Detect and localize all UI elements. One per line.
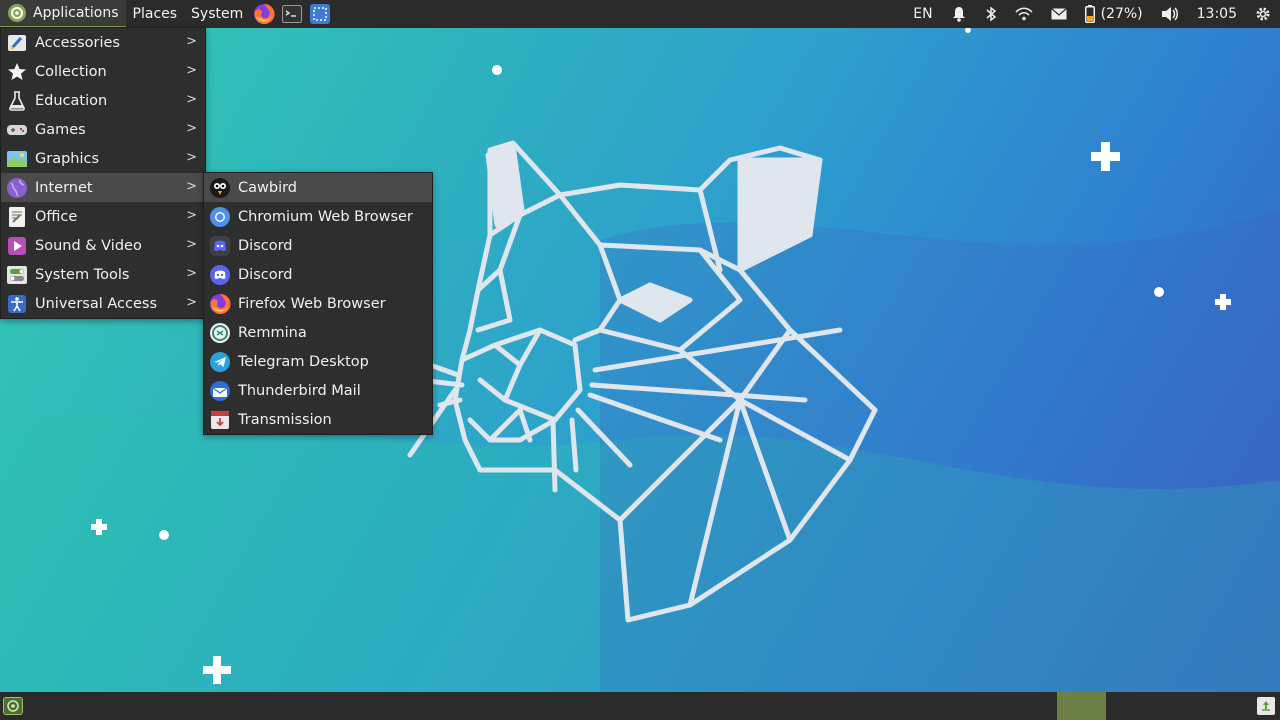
applications-menu: Accessories > Collection > Education > G… xyxy=(0,27,206,319)
wifi-icon[interactable] xyxy=(1006,0,1042,28)
graphics-icon xyxy=(6,148,28,170)
menu-item-label: System Tools xyxy=(35,266,130,283)
menu-item-telegram[interactable]: Telegram Desktop xyxy=(204,347,432,376)
menu-item-transmission[interactable]: Transmission xyxy=(204,405,432,434)
menu-item-label: Discord xyxy=(238,237,293,254)
screenshot-launcher-icon[interactable] xyxy=(308,2,332,26)
menu-item-discord[interactable]: Discord xyxy=(204,260,432,289)
system-menu-button[interactable]: System xyxy=(184,0,250,28)
gamepad-icon xyxy=(6,119,28,141)
menu-item-remmina[interactable]: Remmina xyxy=(204,318,432,347)
clock[interactable]: 13:05 xyxy=(1188,0,1246,28)
thunderbird-icon xyxy=(209,380,231,402)
submenu-arrow-icon: > xyxy=(186,150,197,165)
discord-icon xyxy=(209,235,231,257)
terminal-launcher-icon[interactable] xyxy=(280,2,304,26)
submenu-arrow-icon: > xyxy=(186,266,197,281)
menu-item-label: Universal Access xyxy=(35,295,158,312)
menu-item-label: Accessories xyxy=(35,34,120,51)
office-icon xyxy=(6,206,28,228)
submenu-arrow-icon: > xyxy=(186,237,197,252)
menu-item-label: Education xyxy=(35,92,108,109)
menu-item-label: Games xyxy=(35,121,86,138)
menu-item-education[interactable]: Education > xyxy=(1,86,205,115)
menu-item-label: Telegram Desktop xyxy=(238,353,369,370)
submenu-arrow-icon: > xyxy=(186,295,197,310)
accessibility-icon xyxy=(6,293,28,315)
menu-item-games[interactable]: Games > xyxy=(1,115,205,144)
accessories-icon xyxy=(6,32,28,54)
menu-item-cawbird[interactable]: Cawbird xyxy=(204,173,432,202)
mate-logo-icon xyxy=(7,3,27,23)
remmina-icon xyxy=(209,322,231,344)
globe-icon xyxy=(6,177,28,199)
firefox-icon xyxy=(209,293,231,315)
menu-item-label: Discord xyxy=(238,266,293,283)
mail-icon[interactable] xyxy=(1042,0,1076,28)
menu-item-label: Chromium Web Browser xyxy=(238,208,413,225)
menu-item-label: Sound & Video xyxy=(35,237,142,254)
star-icon xyxy=(6,61,28,83)
menu-item-label: Firefox Web Browser xyxy=(238,295,386,312)
workspace-switcher-1[interactable] xyxy=(1057,692,1106,720)
menu-item-discord[interactable]: Discord xyxy=(204,231,432,260)
submenu-arrow-icon: > xyxy=(186,208,197,223)
menu-item-universal-access[interactable]: Universal Access > xyxy=(1,289,205,318)
menu-item-thunderbird[interactable]: Thunderbird Mail xyxy=(204,376,432,405)
menu-item-label: Thunderbird Mail xyxy=(238,382,361,399)
menu-item-internet[interactable]: Internet > xyxy=(1,173,205,202)
menu-item-system-tools[interactable]: System Tools > xyxy=(1,260,205,289)
battery-indicator[interactable]: (27%) xyxy=(1076,0,1152,28)
menu-item-firefox[interactable]: Firefox Web Browser xyxy=(204,289,432,318)
applications-menu-label: Applications xyxy=(33,5,119,21)
settings-gear-icon[interactable] xyxy=(1246,0,1280,28)
discord-icon xyxy=(209,264,231,286)
submenu-arrow-icon: > xyxy=(186,34,197,49)
menu-item-graphics[interactable]: Graphics > xyxy=(1,144,205,173)
menu-item-label: Remmina xyxy=(238,324,307,341)
menu-item-accessories[interactable]: Accessories > xyxy=(1,28,205,57)
menu-item-label: Transmission xyxy=(238,411,332,428)
menu-item-label: Office xyxy=(35,208,78,225)
bottom-panel xyxy=(0,692,1280,720)
submenu-arrow-icon: > xyxy=(186,63,197,78)
menu-item-label: Graphics xyxy=(35,150,100,167)
places-menu-button[interactable]: Places xyxy=(126,0,185,28)
volume-icon[interactable] xyxy=(1152,0,1188,28)
firefox-launcher-icon[interactable] xyxy=(252,2,276,26)
submenu-arrow-icon: > xyxy=(186,179,197,194)
menu-item-label: Collection xyxy=(35,63,107,80)
workspace-switcher-2[interactable] xyxy=(1106,692,1155,720)
menu-item-sound-video[interactable]: Sound & Video > xyxy=(1,231,205,260)
trash-icon[interactable] xyxy=(1256,696,1276,716)
keyboard-layout-indicator[interactable]: EN xyxy=(904,0,941,28)
internet-submenu: Cawbird Chromium Web Browser Discord Dis… xyxy=(203,172,433,435)
show-desktop-button[interactable] xyxy=(3,697,23,715)
system-tray: EN (27%) 13:05 xyxy=(904,0,1280,28)
battery-percentage: (27%) xyxy=(1100,6,1143,22)
menu-item-office[interactable]: Office > xyxy=(1,202,205,231)
submenu-arrow-icon: > xyxy=(186,92,197,107)
cawbird-icon xyxy=(209,177,231,199)
top-panel: Applications Places System EN (27%) 13:0 xyxy=(0,0,1280,28)
transmission-icon xyxy=(209,409,231,431)
menu-item-label: Cawbird xyxy=(238,179,298,196)
battery-icon xyxy=(1084,5,1095,23)
telegram-icon xyxy=(209,351,231,373)
flask-icon xyxy=(6,90,28,112)
chromium-icon xyxy=(209,206,231,228)
notification-bell-icon[interactable] xyxy=(942,0,976,28)
media-icon xyxy=(6,235,28,257)
applications-menu-button[interactable]: Applications xyxy=(0,0,126,28)
submenu-arrow-icon: > xyxy=(186,121,197,136)
bluetooth-icon[interactable] xyxy=(976,0,1006,28)
menu-item-collection[interactable]: Collection > xyxy=(1,57,205,86)
menu-item-label: Internet xyxy=(35,179,93,196)
menu-item-chromium[interactable]: Chromium Web Browser xyxy=(204,202,432,231)
toggles-icon xyxy=(6,264,28,286)
